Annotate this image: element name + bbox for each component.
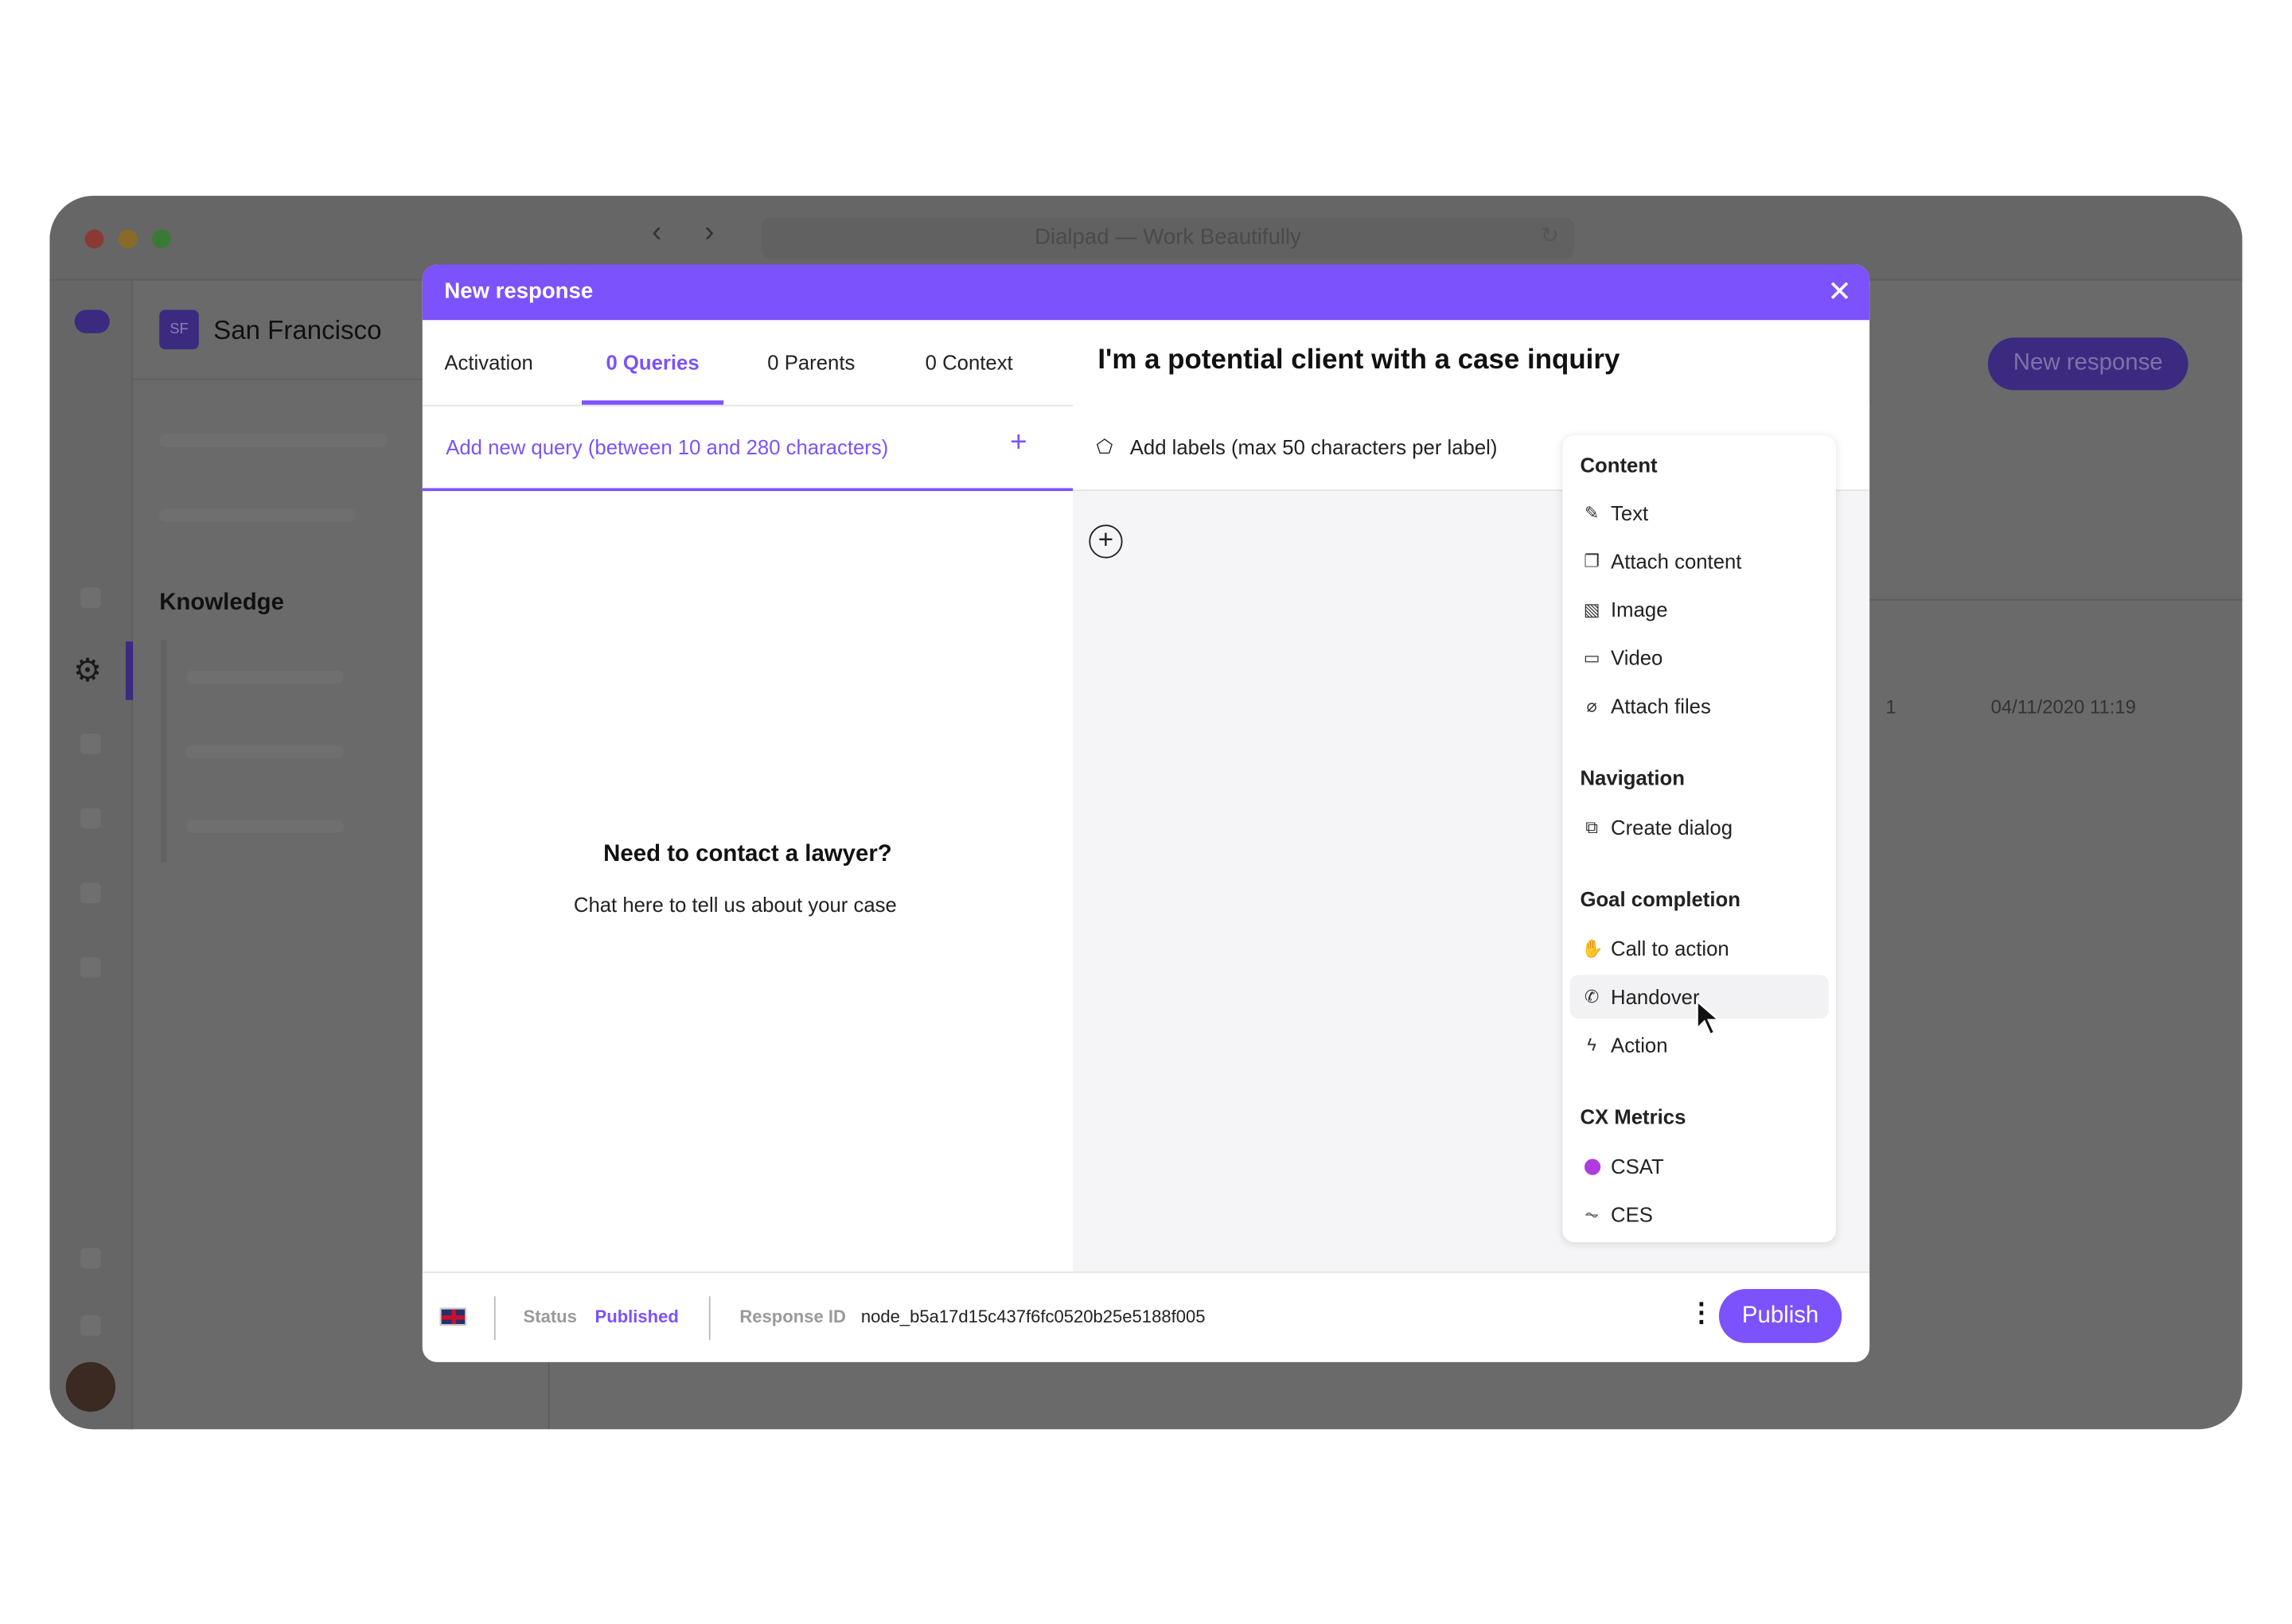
placeholder-bar	[185, 745, 344, 759]
add-query-icon[interactable]: +	[1010, 426, 1027, 460]
modal-title: New response	[422, 264, 1870, 321]
modal-footer: Status Published Response ID node_b5a17d…	[422, 1271, 1870, 1362]
tab-activation[interactable]: Activation	[444, 320, 532, 405]
menu-item-label: Video	[1611, 645, 1663, 670]
app-rail: ⚙	[49, 280, 134, 1430]
placeholder-bar	[159, 508, 356, 522]
rail-icon[interactable]	[80, 957, 101, 978]
menu-item-label: Attach content	[1611, 549, 1742, 573]
preview-text: Chat here to tell us about your case	[573, 893, 897, 917]
response-id-label: Response ID	[739, 1307, 846, 1327]
workspace-name[interactable]: San Francisco	[213, 316, 381, 347]
maximize-window-button[interactable]	[152, 229, 171, 249]
menu-item-call-to-action[interactable]: ✋ Call to action	[1570, 926, 1829, 970]
menu-item-label: Action	[1611, 1033, 1668, 1057]
label-icon: ⬠	[1096, 435, 1113, 458]
menu-section-goal-completion: Goal completion	[1580, 886, 1740, 911]
menu-item-image[interactable]: ▧ Image	[1570, 587, 1829, 631]
dialog-icon: ⧉	[1585, 816, 1599, 838]
address-bar[interactable]: Dialpad — Work Beautifully	[761, 217, 1575, 259]
menu-item-label: CES	[1611, 1202, 1653, 1226]
close-window-button[interactable]	[84, 229, 104, 249]
close-icon[interactable]: ✕	[1827, 273, 1852, 310]
active-indicator	[125, 641, 134, 700]
row-count: 1	[1885, 695, 1896, 718]
gear-icon[interactable]: ⚙	[73, 652, 102, 690]
menu-item-ces[interactable]: ⏦ CES	[1570, 1193, 1829, 1236]
publish-button[interactable]: Publish	[1718, 1288, 1842, 1343]
minimize-window-button[interactable]	[118, 229, 138, 249]
menu-item-video[interactable]: ▭ Video	[1570, 636, 1829, 680]
menu-item-csat[interactable]: CSAT	[1570, 1144, 1829, 1188]
tab-context[interactable]: 0 Context	[926, 320, 1013, 405]
status-badge[interactable]: Published	[595, 1307, 679, 1327]
rail-icon[interactable]	[80, 1315, 101, 1336]
menu-item-create-dialog[interactable]: ⧉ Create dialog	[1570, 805, 1829, 849]
row-date: 04/11/2020 11:19	[1990, 695, 2136, 718]
section-title: Knowledge	[159, 590, 284, 616]
rail-icon[interactable]	[80, 734, 101, 754]
new-response-button[interactable]: New response	[1987, 337, 2189, 391]
menu-item-label: Create dialog	[1611, 815, 1733, 839]
copy-icon: ❐	[1584, 551, 1600, 572]
paperclip-icon: ⌀	[1586, 695, 1597, 716]
add-content-icon[interactable]: +	[1089, 524, 1123, 559]
forward-icon[interactable]: ›	[704, 216, 714, 250]
workspace-badge: SF	[159, 310, 199, 349]
rail-icon[interactable]	[80, 1248, 101, 1269]
add-content-menu: Content ✎ Text ❐ Attach content ▧ Image ▭ Vi…	[1562, 435, 1836, 1243]
status-label: Status	[523, 1307, 577, 1327]
uk-flag-icon[interactable]	[439, 1307, 466, 1326]
avatar[interactable]	[65, 1361, 116, 1412]
lightning-icon: ϟ	[1587, 1034, 1596, 1056]
menu-item-label: Image	[1611, 598, 1668, 621]
menu-item-label: Text	[1611, 500, 1649, 525]
menu-section-navigation: Navigation	[1580, 765, 1685, 789]
csat-icon	[1581, 1144, 1602, 1188]
reload-icon[interactable]: ↻	[1541, 222, 1559, 248]
more-options-icon[interactable]: ⋮	[1688, 1298, 1714, 1329]
menu-item-label: Attach files	[1611, 694, 1711, 718]
placeholder-bar	[185, 820, 344, 833]
response-title[interactable]: I'm a potential client with a case inqui…	[1097, 345, 1620, 376]
rail-icon[interactable]	[80, 882, 101, 904]
menu-item-label: Handover	[1611, 984, 1700, 1009]
menu-section-content: Content	[1580, 453, 1658, 477]
phone-icon: ✆	[1584, 986, 1600, 1007]
new-response-modal: New response ✕ Activation 0 Queries 0 Pa…	[422, 264, 1870, 1362]
back-icon[interactable]: ‹	[652, 216, 661, 250]
menu-item-attach-content[interactable]: ❐ Attach content	[1570, 539, 1829, 583]
mouse-cursor-icon	[1696, 999, 1722, 1037]
response-id-value: node_b5a17d15c437f6fc0520b25e5188f005	[860, 1307, 1206, 1327]
menu-item-label: Call to action	[1611, 937, 1729, 960]
menu-section-cx-metrics: CX Metrics	[1580, 1104, 1686, 1128]
edit-icon: ✎	[1584, 502, 1600, 524]
hand-icon: ✋	[1581, 938, 1604, 959]
query-input[interactable]: Add new query (between 10 and 280 charac…	[422, 405, 1074, 492]
dialpad-logo-icon	[74, 310, 110, 333]
tab-parents[interactable]: 0 Parents	[767, 320, 855, 405]
image-icon: ▧	[1583, 599, 1600, 620]
preview-heading: Need to contact a lawyer?	[603, 841, 892, 867]
query-placeholder: Add new query (between 10 and 280 charac…	[446, 435, 889, 459]
rail-icon[interactable]	[80, 587, 101, 609]
video-icon: ▭	[1583, 647, 1600, 668]
ces-icon: ⏦	[1585, 1204, 1600, 1225]
tab-queries[interactable]: 0 Queries	[582, 320, 724, 405]
placeholder-bar	[159, 434, 388, 448]
menu-item-label: CSAT	[1611, 1154, 1664, 1178]
rail-icon[interactable]	[80, 808, 101, 829]
menu-item-attach-files[interactable]: ⌀ Attach files	[1570, 684, 1829, 728]
labels-input[interactable]: Add labels (max 50 characters per label)	[1130, 435, 1498, 458]
menu-item-text[interactable]: ✎ Text	[1570, 491, 1829, 535]
placeholder-bar	[185, 671, 344, 684]
